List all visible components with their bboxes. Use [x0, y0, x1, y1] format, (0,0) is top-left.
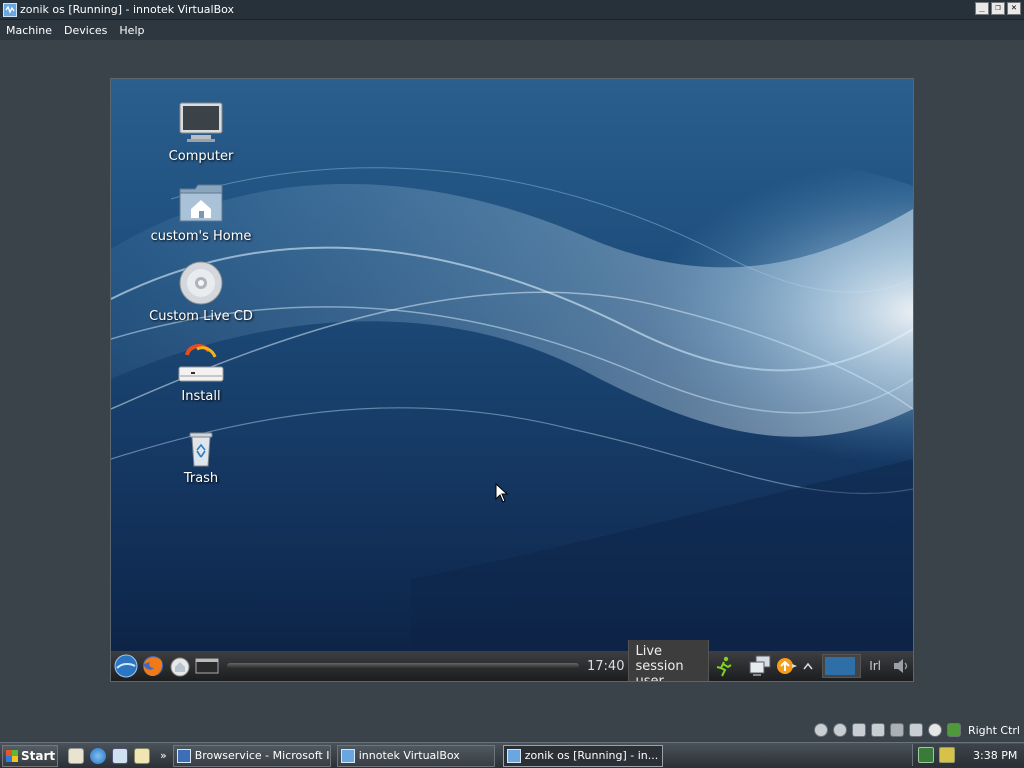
desktop-icon-label: custom's Home [150, 229, 252, 244]
arrow-icon[interactable] [802, 654, 814, 678]
cd-icon [177, 261, 225, 305]
window-title: zonik os [Running] - innotek VirtualBox [20, 3, 235, 16]
menu-help[interactable]: Help [113, 24, 150, 37]
network-adapters-icon[interactable] [870, 723, 885, 737]
close-button[interactable]: ✕ [1007, 2, 1021, 15]
virtualbox-icon [340, 748, 355, 763]
system-tray: 3:38 PM [912, 744, 1024, 766]
desktop-icon-trash[interactable]: Trash [141, 431, 261, 486]
task-label: Browservice - Microsoft I... [194, 749, 331, 762]
guest-panel: 17:40 Live session user Irl [111, 639, 913, 681]
task-label: innotek VirtualBox [358, 749, 460, 762]
desktop-icon-home[interactable]: custom's Home [141, 181, 261, 244]
desktop-icon-computer[interactable]: Computer [141, 101, 261, 164]
internet-explorer-icon[interactable] [90, 747, 106, 764]
trash-icon [177, 431, 225, 467]
home-folder-icon [177, 181, 225, 225]
usb-icon[interactable] [889, 723, 904, 737]
network-places-icon[interactable] [168, 654, 192, 678]
floppy-icon[interactable] [851, 723, 866, 737]
menu-devices[interactable]: Devices [58, 24, 113, 37]
keyboard-capture-icon[interactable] [946, 723, 961, 737]
install-icon [177, 341, 225, 385]
menu-bar: Machine Devices Help [0, 20, 1024, 40]
desktop-icon-label: Custom Live CD [149, 309, 253, 324]
menu-machine[interactable]: Machine [0, 24, 58, 37]
desktop-icon-label: Install [181, 389, 221, 404]
terminal-icon[interactable] [195, 654, 219, 678]
minimize-button[interactable]: _ [975, 2, 989, 15]
desktop-icon-label: Computer [168, 149, 234, 164]
guest-clock[interactable]: 17:40 [587, 659, 624, 674]
windows-logo-icon [6, 749, 18, 762]
tray-app-icon[interactable] [939, 747, 955, 763]
virtualbox-icon [3, 2, 17, 17]
guest-tasklist[interactable] [227, 663, 579, 669]
menu-icon[interactable] [114, 654, 138, 678]
logout-icon[interactable] [712, 654, 736, 678]
tray-network-icon[interactable] [918, 747, 934, 763]
window-controls: _ ❐ ✕ [975, 2, 1021, 15]
taskbar-clock[interactable]: 3:38 PM [973, 749, 1017, 762]
desktop-icon-label: Trash [183, 471, 219, 486]
volume-icon[interactable] [889, 654, 913, 678]
network-connections-icon[interactable] [112, 747, 128, 764]
firefox-icon[interactable] [141, 654, 165, 678]
desktop-icon-install[interactable]: Install [141, 341, 261, 404]
task-label: zonik os [Running] - in... [524, 749, 659, 762]
cdrom-icon[interactable] [832, 723, 847, 737]
update-icon[interactable] [775, 654, 799, 678]
show-desktop-icon[interactable] [68, 747, 84, 764]
taskbar: Start » Browservice - Microsoft I... inn… [0, 742, 1024, 768]
title-bar: zonik os [Running] - innotek VirtualBox … [0, 0, 1024, 20]
task-zonik-os[interactable]: zonik os [Running] - in... [502, 744, 663, 767]
keyboard-layout[interactable]: Irl [869, 659, 881, 673]
virtualbox-icon [506, 748, 521, 763]
mouse-cursor [495, 483, 509, 503]
search-folder-icon[interactable] [134, 747, 150, 764]
quick-launch: » [68, 747, 167, 764]
computer-icon [177, 101, 225, 145]
network-icon[interactable] [748, 654, 772, 678]
workspace-pager[interactable] [822, 654, 862, 678]
task-browservice[interactable]: Browservice - Microsoft I... [172, 744, 331, 767]
task-virtualbox[interactable]: innotek VirtualBox [336, 744, 495, 767]
vm-display[interactable]: Computer custom's Home Custom Live CD In… [110, 78, 914, 682]
quicklaunch-more-button[interactable]: » [160, 749, 167, 762]
start-label: Start [21, 748, 56, 763]
hard-disk-icon[interactable] [813, 723, 828, 737]
shared-folders-icon[interactable] [908, 723, 923, 737]
ie-window-icon [176, 748, 191, 763]
desktop-icon-live-cd[interactable]: Custom Live CD [141, 261, 261, 324]
mouse-integration-icon[interactable] [927, 723, 942, 737]
host-key-label: Right Ctrl [967, 723, 1020, 737]
guest-session-user[interactable]: Live session user [628, 639, 710, 681]
restore-button[interactable]: ❐ [991, 2, 1005, 15]
vbox-status-bar: Right Ctrl [813, 721, 1020, 739]
start-button[interactable]: Start [2, 744, 58, 767]
current-workspace[interactable] [825, 657, 856, 675]
